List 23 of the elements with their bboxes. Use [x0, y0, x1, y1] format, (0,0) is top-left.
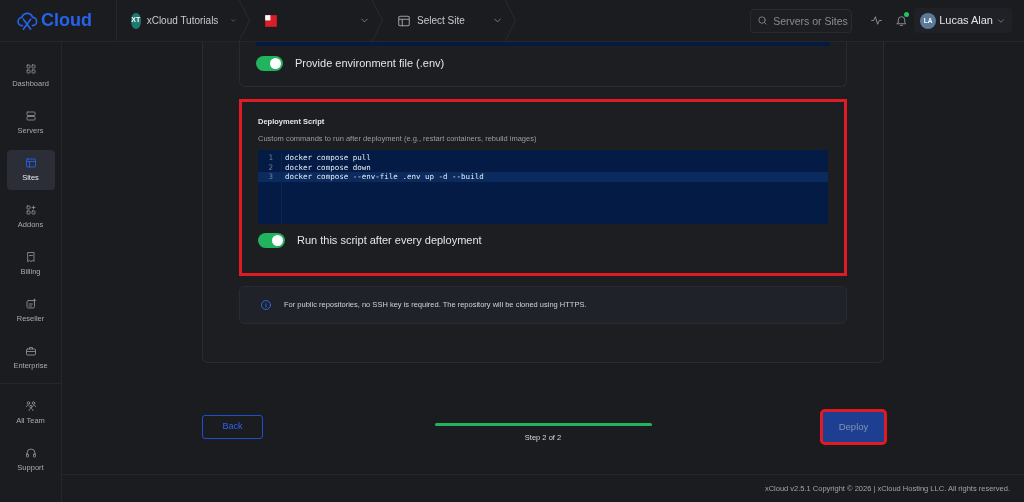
breadcrumb-selector[interactable]: Select Site [383, 0, 515, 42]
back-button[interactable]: Back [202, 414, 263, 439]
toggle-label: Run this script after every deployment [297, 233, 482, 248]
search-field[interactable]: Servers or Sites [750, 8, 853, 33]
search-icon [757, 14, 769, 26]
flag-icon [264, 13, 278, 28]
add-grid-icon [24, 203, 37, 216]
briefcase-icon [24, 344, 37, 357]
activity-icon[interactable] [870, 14, 884, 27]
toggle-switch[interactable] [258, 232, 285, 248]
receipt-icon [24, 250, 37, 263]
info-icon [260, 298, 272, 311]
team-icon [24, 399, 37, 412]
brand-name: Cloud [41, 9, 92, 32]
toggle-switch[interactable] [256, 55, 283, 71]
bell-icon[interactable] [895, 14, 909, 27]
headset-icon [24, 446, 37, 459]
layout-icon [397, 13, 411, 28]
note-plus-icon [24, 297, 37, 310]
server-icon [24, 109, 37, 122]
toggle-label: Provide environment file (.env) [295, 56, 445, 71]
layout-icon [24, 156, 37, 169]
grid-icon [24, 62, 37, 75]
